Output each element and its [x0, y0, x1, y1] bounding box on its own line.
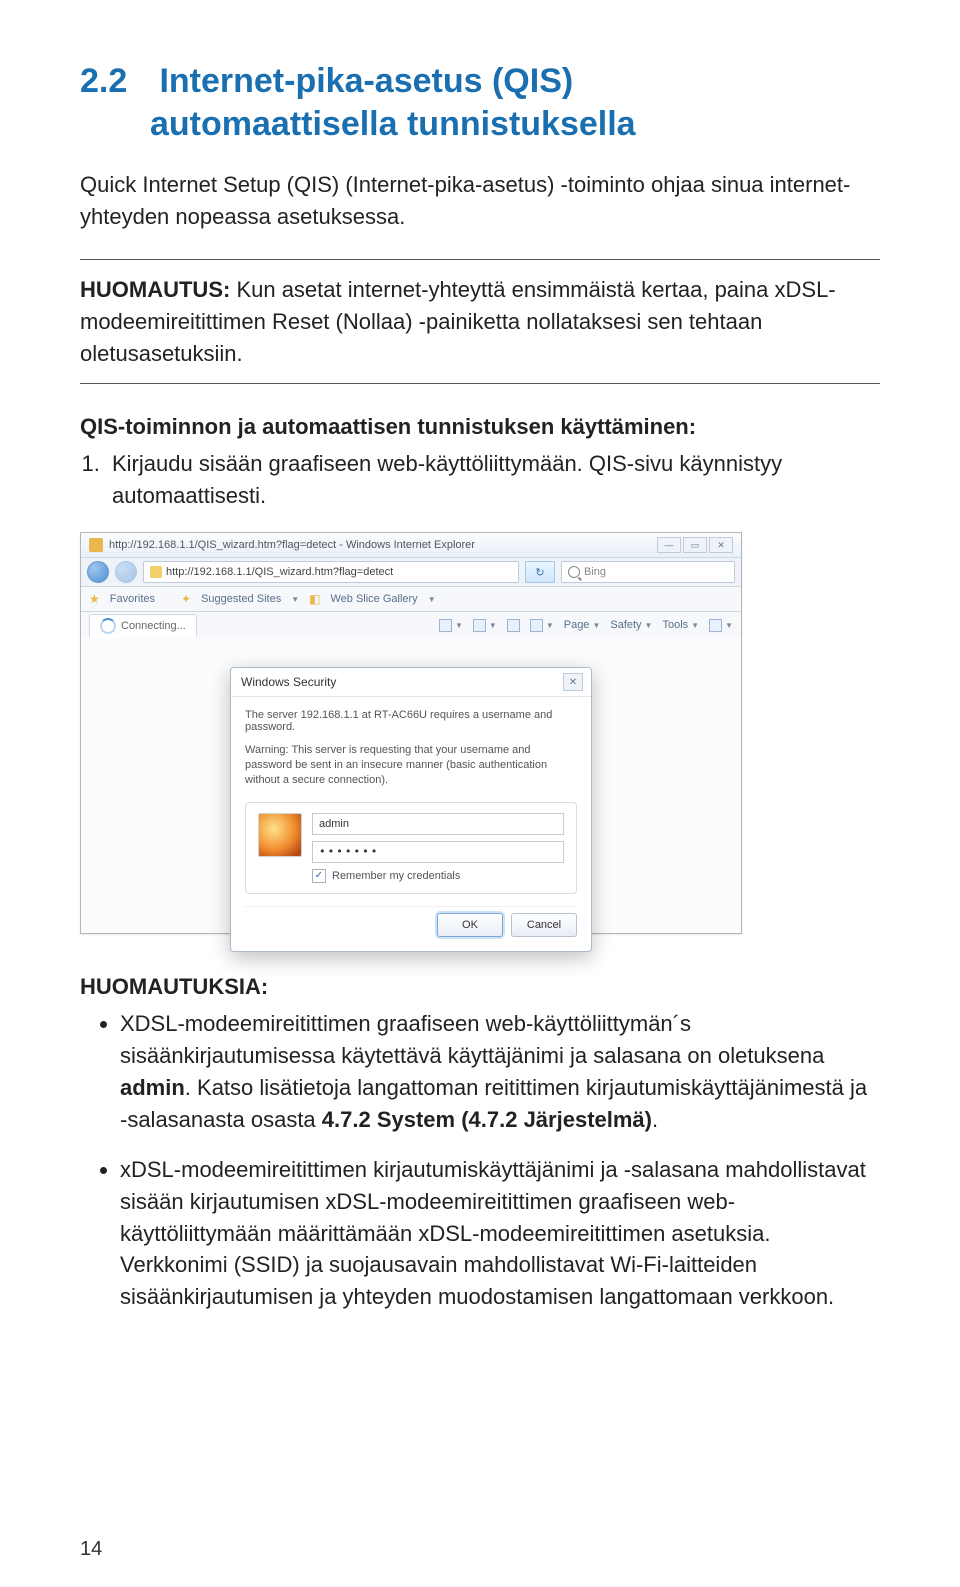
password-field[interactable]: ••••••• [312, 841, 564, 863]
remember-label: Remember my credentials [332, 870, 460, 882]
dialog-buttons: OK Cancel [245, 906, 577, 937]
note1-ref: 4.7.2 System (4.7.2 Järjestelmä) [322, 1107, 652, 1132]
note-block: HUOMAUTUS: Kun asetat internet-yhteyttä … [80, 259, 880, 385]
steps-list: Kirjaudu sisään graafiseen web-käyttölii… [80, 448, 880, 512]
address-bar: http://192.168.1.1/QIS_wizard.htm?flag=d… [81, 558, 741, 587]
section-heading: 2.2 Internet-pika-asetus (QIS) automaatt… [80, 60, 880, 145]
search-field[interactable]: Bing [561, 561, 735, 583]
intro-paragraph: Quick Internet Setup (QIS) (Internet-pik… [80, 169, 880, 233]
window-buttons: — ▭ ✕ [657, 537, 733, 553]
webslice-link[interactable]: Web Slice Gallery [330, 593, 417, 605]
note1-admin: admin [120, 1075, 185, 1100]
loading-spinner-icon [100, 618, 116, 634]
maximize-button[interactable]: ▭ [683, 537, 707, 553]
checkbox-icon: ✓ [312, 869, 326, 883]
command-bar: ▼ ▼ ▼ Page▼ Safety▼ Tools▼ ▼ [439, 619, 733, 632]
note-item-2: xDSL-modeemireitittimen kirjautumiskäytt… [120, 1154, 880, 1313]
forward-button[interactable] [115, 561, 137, 583]
browser-viewport: Windows Security ✕ The server 192.168.1.… [81, 637, 741, 933]
notes-heading: HUOMAUTUKSIA: [80, 974, 880, 1000]
page-menu[interactable]: Page▼ [564, 619, 601, 631]
note1-part-a: XDSL-modeemireitittimen graafiseen web-k… [120, 1011, 824, 1068]
browser-titlebar: http://192.168.1.1/QIS_wizard.htm?flag=d… [81, 533, 741, 558]
tools-menu[interactable]: Tools▼ [662, 619, 699, 631]
webslice-icon: ◧ [309, 592, 320, 606]
mail-icon[interactable] [507, 619, 520, 632]
chevron-down-icon[interactable]: ▼ [428, 595, 436, 604]
dialog-title: Windows Security [241, 675, 336, 689]
credentials-box: admin ••••••• ✓ Remember my credentials [245, 802, 577, 894]
page-icon [150, 566, 162, 578]
sub-heading: QIS-toiminnon ja automaattisen tunnistuk… [80, 414, 880, 440]
dialog-body: The server 192.168.1.1 at RT-AC66U requi… [231, 697, 591, 951]
feeds-icon[interactable] [473, 619, 486, 632]
security-dialog: Windows Security ✕ The server 192.168.1.… [230, 667, 592, 952]
chevron-down-icon[interactable]: ▼ [291, 595, 299, 604]
username-field[interactable]: admin [312, 813, 564, 835]
dialog-server-line: The server 192.168.1.1 at RT-AC66U requi… [245, 709, 577, 733]
note1-part-c: . [652, 1107, 658, 1132]
section-number: 2.2 [80, 60, 150, 103]
favorites-bar: ★ Favorites ✦ Suggested Sites ▼ ◧ Web Sl… [81, 587, 741, 612]
print-icon[interactable] [530, 619, 543, 632]
ie-icon [89, 538, 103, 552]
home-icon[interactable] [439, 619, 452, 632]
tab-label: Connecting... [121, 620, 186, 632]
section-title-line2: automaattisella tunnistuksella [150, 105, 636, 143]
close-button[interactable]: ✕ [709, 537, 733, 553]
tab-bar: Connecting... ▼ ▼ ▼ Page▼ Safety▼ Tools▼… [81, 612, 741, 639]
cancel-button[interactable]: Cancel [511, 913, 577, 937]
page-number: 14 [80, 1538, 102, 1561]
window-title: http://192.168.1.1/QIS_wizard.htm?flag=d… [109, 539, 651, 551]
suggested-icon: ✦ [181, 592, 191, 606]
ok-button[interactable]: OK [437, 913, 503, 937]
search-icon [568, 566, 580, 578]
refresh-button[interactable]: ↻ [525, 561, 555, 583]
suggested-sites-link[interactable]: Suggested Sites [201, 593, 281, 605]
search-placeholder: Bing [584, 566, 606, 578]
user-avatar-icon [258, 813, 302, 857]
dialog-close-button[interactable]: ✕ [563, 673, 583, 691]
minimize-button[interactable]: — [657, 537, 681, 553]
remember-checkbox[interactable]: ✓ Remember my credentials [312, 869, 564, 883]
back-button[interactable] [87, 561, 109, 583]
step-1: Kirjaudu sisään graafiseen web-käyttölii… [106, 448, 880, 512]
note-label: HUOMAUTUS: [80, 277, 230, 302]
favorites-label[interactable]: Favorites [110, 593, 155, 605]
safety-menu[interactable]: Safety▼ [610, 619, 652, 631]
section-title-line1: Internet-pika-asetus (QIS) [159, 62, 573, 100]
browser-window: http://192.168.1.1/QIS_wizard.htm?flag=d… [80, 532, 742, 934]
browser-tab[interactable]: Connecting... [89, 614, 197, 637]
url-text: http://192.168.1.1/QIS_wizard.htm?flag=d… [166, 566, 393, 578]
url-field[interactable]: http://192.168.1.1/QIS_wizard.htm?flag=d… [143, 561, 519, 583]
note-item-1: XDSL-modeemireitittimen graafiseen web-k… [120, 1008, 880, 1136]
help-icon[interactable] [709, 619, 722, 632]
favorites-star-icon[interactable]: ★ [89, 592, 100, 606]
notes-list: XDSL-modeemireitittimen graafiseen web-k… [80, 1008, 880, 1313]
dialog-titlebar: Windows Security ✕ [231, 668, 591, 697]
dialog-warning: Warning: This server is requesting that … [245, 743, 577, 788]
